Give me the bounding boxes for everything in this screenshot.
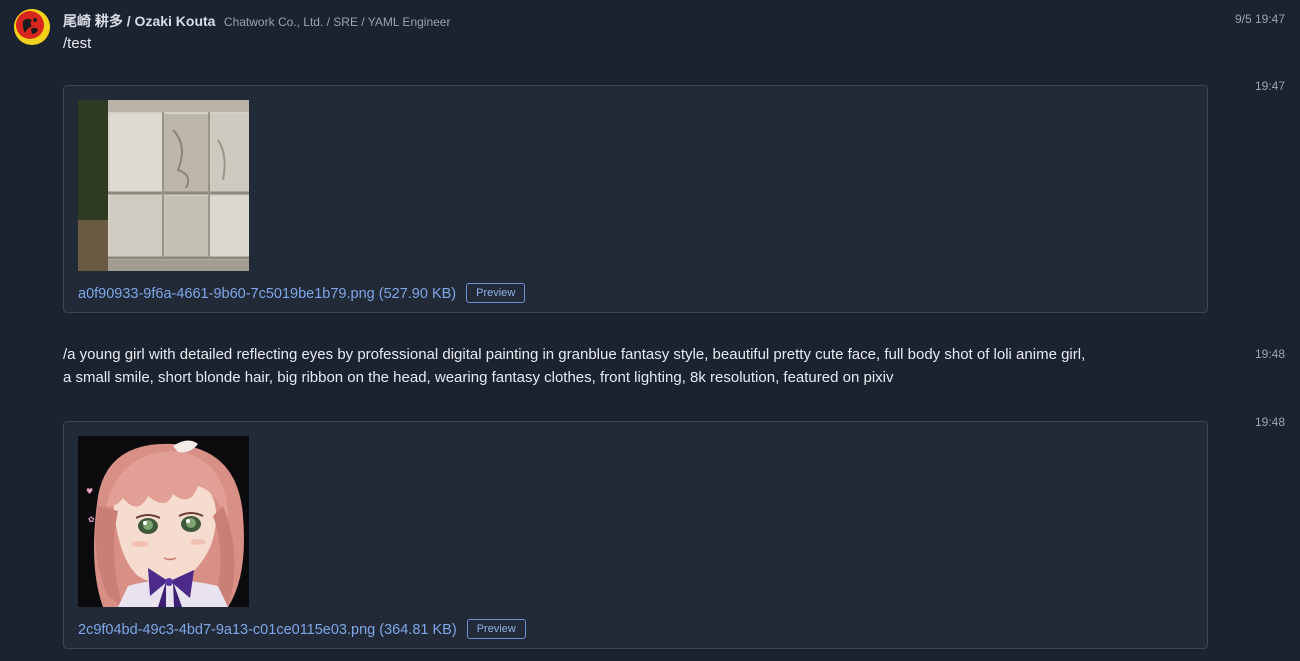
attachment-file-size: (364.81 KB) <box>379 622 457 638</box>
sender-name[interactable]: 尾崎 耕多 / Ozaki Kouta <box>63 13 215 29</box>
preview-button[interactable]: Preview <box>466 619 526 639</box>
sender-line: 尾崎 耕多 / Ozaki Kouta Chatwork Co., Ltd. /… <box>63 11 450 31</box>
prompt-line-2: a small smile, short blonde hair, big ri… <box>63 369 894 386</box>
prompt-message-text: /a young girl with detailed reflecting e… <box>63 343 1223 389</box>
message-time: 19:47 <box>1254 79 1285 93</box>
message-timestamp: 9/5 19:47 <box>1234 12 1285 26</box>
svg-text:♥: ♥ <box>86 487 93 496</box>
attachment-file-size: (527.90 KB) <box>378 286 457 302</box>
avatar[interactable] <box>14 9 50 45</box>
attachment-thumbnail[interactable] <box>78 100 249 271</box>
message-time: 19:48 <box>1254 347 1285 361</box>
attachment-card: ♥ ✿ 2c9f04bd-49c3-4bd7-9a13-c01ce0115e03… <box>63 421 1208 649</box>
attachment-filename-link[interactable]: a0f90933-9f6a-4661-9b60-7c5019be1b79.png <box>78 286 375 302</box>
attachment-file-row: a0f90933-9f6a-4661-9b60-7c5019be1b79.png… <box>78 283 526 303</box>
attachment-card: a0f90933-9f6a-4661-9b60-7c5019be1b79.png… <box>63 85 1208 313</box>
svg-text:✿: ✿ <box>88 515 95 524</box>
anime-girl-image: ♥ ✿ <box>78 436 249 607</box>
stone-wall-image <box>78 100 249 271</box>
avatar-logo-icon <box>14 9 50 45</box>
attachment-file-row: 2c9f04bd-49c3-4bd7-9a13-c01ce0115e03.png… <box>78 619 526 639</box>
attachment-thumbnail[interactable]: ♥ ✿ <box>78 436 249 607</box>
message-text: /test <box>63 35 92 52</box>
preview-button[interactable]: Preview <box>466 283 526 303</box>
attachment-filename-link[interactable]: 2c9f04bd-49c3-4bd7-9a13-c01ce0115e03.png <box>78 622 375 638</box>
prompt-line-1: /a young girl with detailed reflecting e… <box>63 346 1086 363</box>
message-time: 19:48 <box>1254 415 1285 429</box>
sender-organization: Chatwork Co., Ltd. / SRE / YAML Engineer <box>223 15 451 29</box>
